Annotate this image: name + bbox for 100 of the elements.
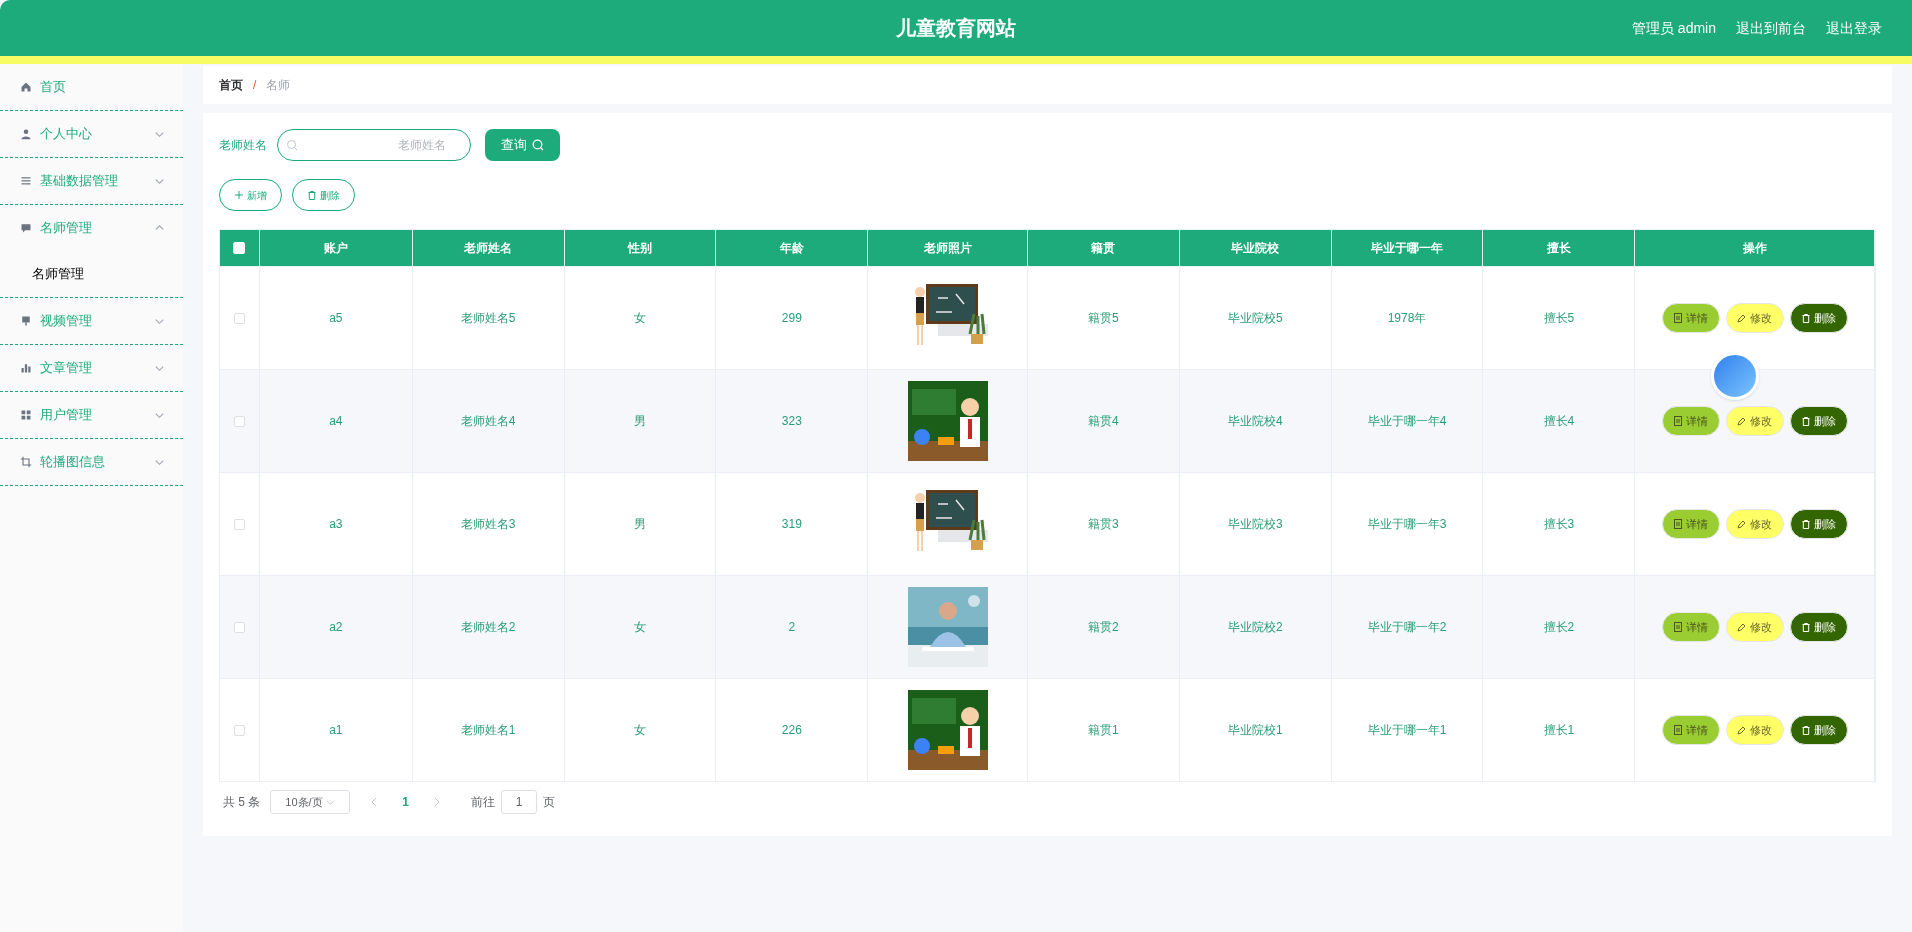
- delete-button[interactable]: 删除: [1789, 509, 1848, 539]
- table-cell-text: 毕业于哪一年4: [1367, 413, 1447, 430]
- current-page[interactable]: 1: [402, 793, 410, 811]
- detail-button[interactable]: 详情: [1661, 715, 1720, 745]
- document-icon: [1673, 416, 1682, 426]
- row-checkbox[interactable]: [233, 312, 245, 324]
- next-page-icon[interactable]: [433, 797, 442, 807]
- table-cell-text: a2: [329, 619, 343, 636]
- table-cell-text: 毕业于哪一年2: [1367, 619, 1447, 636]
- trash-icon: [1801, 416, 1810, 426]
- table-cell-text: 毕业于哪一年3: [1367, 516, 1447, 533]
- delete-button[interactable]: 删除: [1789, 406, 1848, 436]
- delete-button[interactable]: 删除: [1789, 715, 1848, 745]
- sidebar-label: 个人中心: [40, 125, 93, 144]
- trash-icon: [1801, 313, 1810, 323]
- detail-button[interactable]: 详情: [1661, 509, 1720, 539]
- column-header: 性别: [628, 240, 652, 257]
- table-cell-text: 老师姓名4: [460, 413, 516, 430]
- detail-button[interactable]: 详情: [1661, 612, 1720, 642]
- sidebar-label: 基础数据管理: [40, 172, 119, 191]
- crop-icon: [20, 456, 32, 468]
- column-header: 毕业院校: [1231, 240, 1280, 257]
- detail-button[interactable]: 详情: [1661, 303, 1720, 333]
- document-icon: [1673, 622, 1682, 632]
- table-cell-text: 男: [634, 413, 646, 430]
- breadcrumb-separator: /: [253, 77, 257, 94]
- table-cell-text: 女: [634, 722, 646, 739]
- table-cell-text: 毕业院校1: [1227, 722, 1283, 739]
- row-checkbox[interactable]: [233, 724, 245, 736]
- sidebar-label: 视频管理: [40, 312, 93, 331]
- table-cell-text: 毕业于哪一年1: [1367, 722, 1447, 739]
- list-icon: [20, 175, 32, 187]
- column-header: 毕业于哪一年: [1371, 240, 1444, 257]
- previous-page-icon[interactable]: [370, 797, 379, 807]
- table-cell-text: 籍贯4: [1088, 413, 1119, 430]
- sidebar-item[interactable]: 文章管理: [0, 345, 183, 391]
- row-checkbox[interactable]: [233, 621, 245, 633]
- header-link[interactable]: 退出登录: [1826, 17, 1882, 39]
- select-all-checkbox[interactable]: [233, 242, 246, 254]
- submenu-item[interactable]: 名师管理: [0, 251, 183, 297]
- table-cell-text: a3: [329, 516, 343, 533]
- sidebar-item[interactable]: 首页: [0, 64, 183, 110]
- table-cell-text: 籍贯1: [1088, 722, 1119, 739]
- document-icon: [1673, 725, 1682, 735]
- site-title: 儿童教育网站: [896, 16, 1016, 41]
- delete-button[interactable]: 删除: [1789, 612, 1848, 642]
- table-cell-text: 籍贯5: [1088, 310, 1119, 327]
- page-label: 页: [543, 794, 556, 811]
- table-cell-text: 毕业院校2: [1227, 619, 1283, 636]
- table-cell-text: 籍贯3: [1088, 516, 1119, 533]
- header-link[interactable]: 退出到前台: [1736, 17, 1806, 39]
- sidebar-item[interactable]: 轮播图信息: [0, 439, 183, 485]
- table-cell-text: 2: [788, 619, 796, 636]
- breadcrumb-link[interactable]: 首页: [219, 76, 243, 94]
- add-button[interactable]: 新增: [219, 179, 282, 211]
- sidebar-item[interactable]: 个人中心: [0, 111, 183, 157]
- chat-bubble-icon: [20, 222, 32, 234]
- page-size-select[interactable]: 10条/页: [270, 790, 351, 814]
- table-cell-text: 毕业院校5: [1227, 310, 1283, 327]
- delete-button[interactable]: 删除: [1789, 303, 1848, 333]
- column-header: 操作: [1742, 240, 1767, 257]
- table-cell-text: 擅长3: [1543, 516, 1575, 533]
- delete-button[interactable]: 删除: [292, 179, 355, 211]
- home-icon: [20, 81, 32, 93]
- edit-button[interactable]: 修改: [1725, 612, 1784, 642]
- document-icon: [1673, 313, 1682, 323]
- search-field[interactable]: 老师姓名: [277, 129, 471, 161]
- search-icon: [286, 139, 298, 151]
- detail-button[interactable]: 详情: [1661, 406, 1720, 436]
- table-cell-text: 1978年: [1387, 310, 1427, 327]
- table-cell-text: 老师姓名2: [460, 619, 516, 636]
- edit-button[interactable]: 修改: [1725, 509, 1784, 539]
- total-count: 共 5 条: [223, 794, 261, 811]
- sidebar-item[interactable]: 名师管理: [0, 205, 183, 251]
- table-cell-text: a5: [329, 310, 343, 327]
- edit-button[interactable]: 修改: [1725, 406, 1784, 436]
- table-cell-text: 擅长4: [1543, 413, 1575, 430]
- row-checkbox[interactable]: [233, 415, 245, 427]
- table-cell-text: 老师姓名3: [460, 516, 516, 533]
- table-cell-text: 擅长2: [1543, 619, 1575, 636]
- sidebar-label: 用户管理: [40, 406, 93, 425]
- pencil-icon: [1737, 416, 1747, 426]
- table-cell-text: 323: [781, 413, 802, 430]
- row-checkbox[interactable]: [233, 518, 245, 530]
- sidebar-item[interactable]: 视频管理: [0, 298, 183, 344]
- search-icon: [532, 139, 544, 151]
- table-cell-text: 女: [634, 310, 646, 327]
- edit-button[interactable]: 修改: [1725, 715, 1784, 745]
- edit-button[interactable]: 修改: [1725, 303, 1784, 333]
- header-link[interactable]: 管理员 admin: [1631, 17, 1716, 39]
- column-header: 老师姓名: [464, 240, 513, 257]
- table-cell-text: 319: [781, 516, 802, 533]
- page-input[interactable]: 1: [501, 790, 538, 814]
- pencil-icon: [1737, 313, 1747, 323]
- sidebar-item[interactable]: 用户管理: [0, 392, 183, 438]
- goto-label: 前往: [471, 794, 496, 811]
- table-cell-text: 老师姓名1: [460, 722, 516, 739]
- sidebar-item[interactable]: 基础数据管理: [0, 158, 183, 204]
- document-icon: [1673, 519, 1682, 529]
- search-button[interactable]: 查询: [485, 129, 560, 161]
